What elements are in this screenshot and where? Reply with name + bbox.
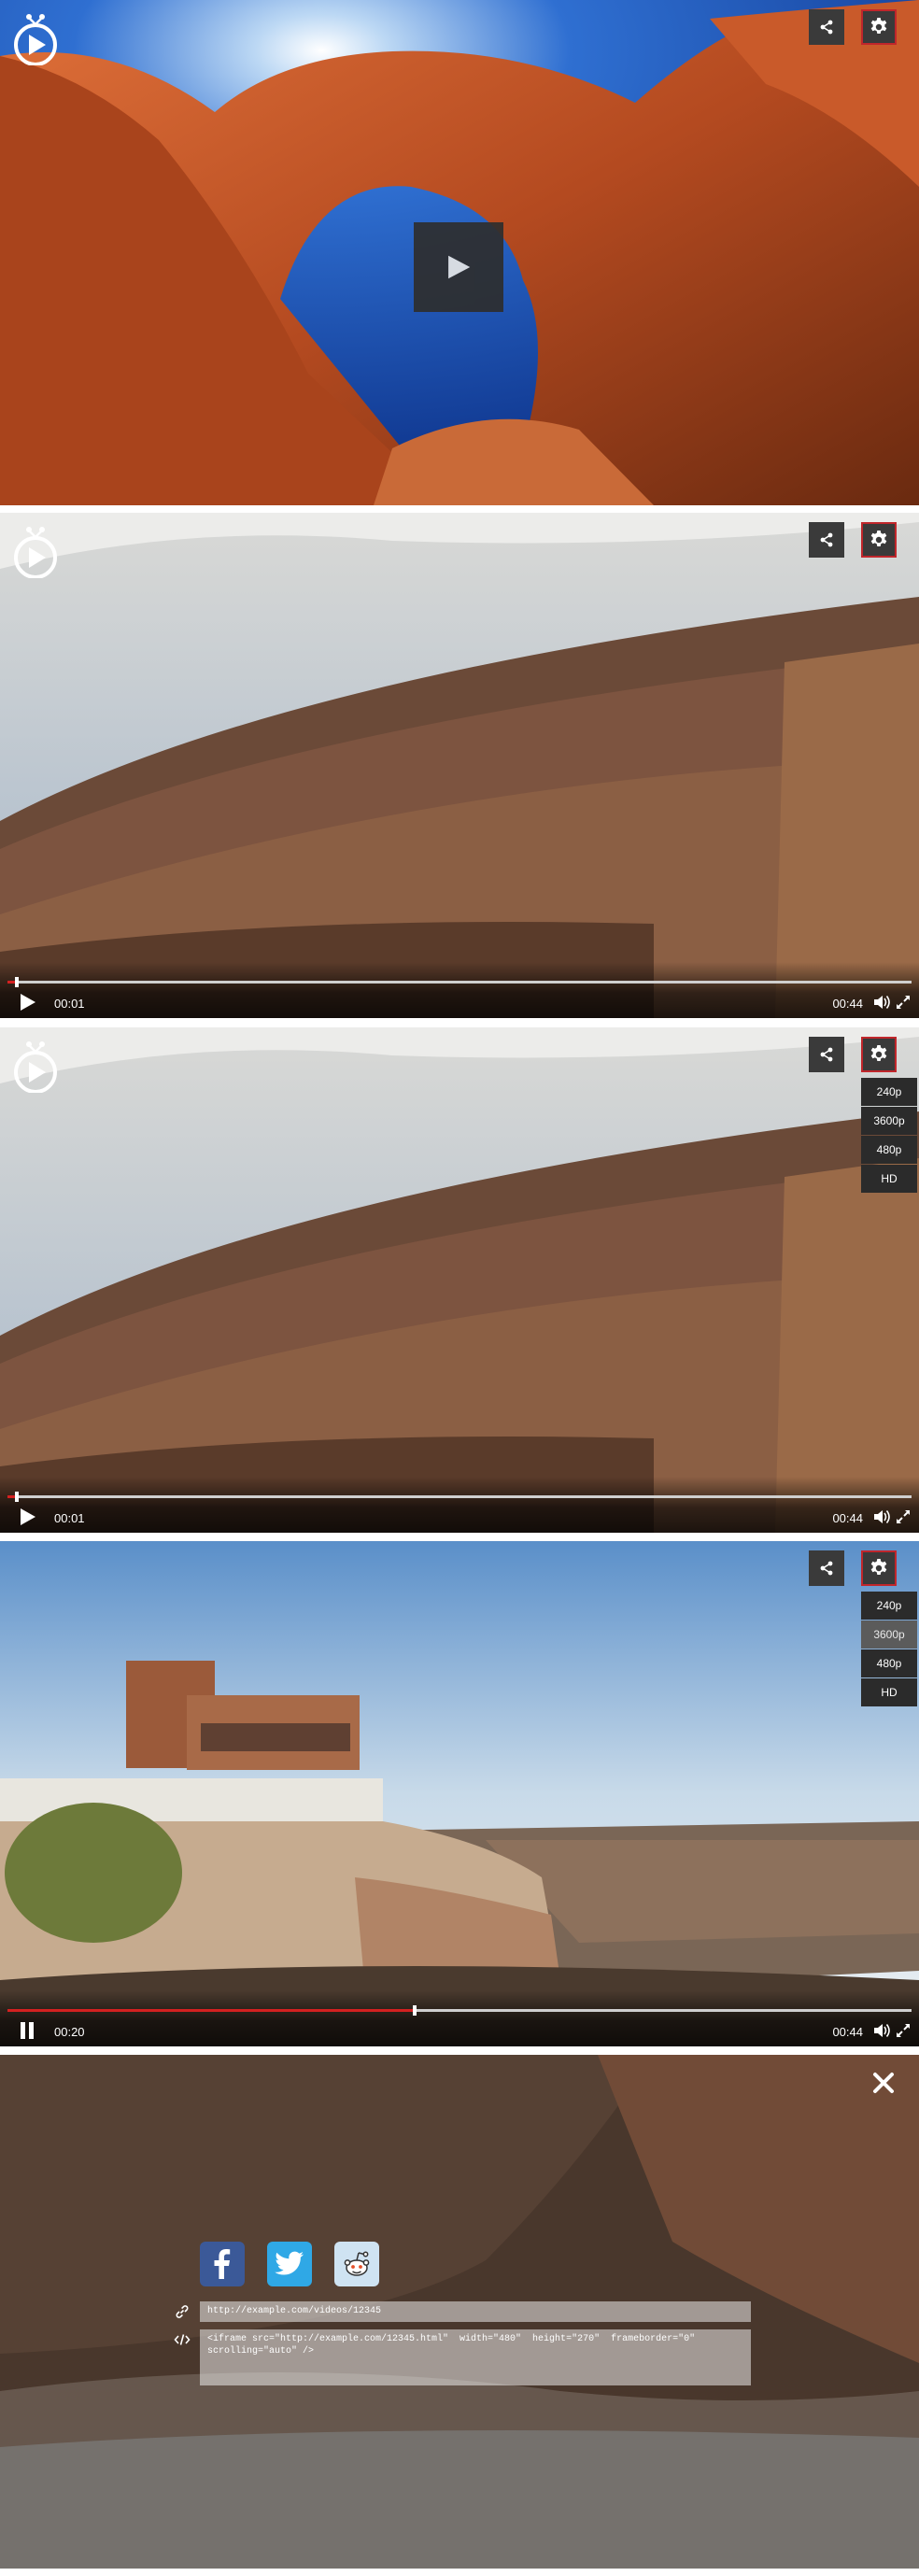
video-frame-canyon-overlook: [0, 513, 919, 1018]
player-logo-icon: [13, 522, 58, 578]
quality-option-hd[interactable]: HD: [861, 1678, 917, 1706]
progress-handle[interactable]: [412, 2005, 417, 2016]
embed-code-icon: [174, 2334, 191, 2345]
fullscreen-icon[interactable]: [895, 2022, 912, 2039]
volume-icon[interactable]: [872, 2022, 891, 2039]
current-time: 00:20: [54, 2025, 85, 2039]
share-url-field[interactable]: http://example.com/videos/12345: [200, 2301, 751, 2322]
facebook-icon: [214, 2249, 231, 2279]
fullscreen-icon[interactable]: [895, 994, 912, 1011]
current-time: 00:01: [54, 997, 85, 1011]
progress-bar[interactable]: [7, 1492, 912, 1502]
gear-icon: [868, 529, 890, 551]
gear-icon: [868, 1043, 890, 1066]
quality-option-3600p[interactable]: 3600p: [861, 1621, 917, 1649]
reddit-icon: [344, 2251, 370, 2276]
video-player-playing[interactable]: 240p 3600p 480p HD 00:20 00:44: [0, 1541, 919, 2046]
volume-icon[interactable]: [872, 994, 891, 1011]
share-button[interactable]: [809, 1550, 844, 1586]
close-icon[interactable]: [869, 2068, 898, 2098]
share-button[interactable]: [809, 522, 844, 558]
settings-button[interactable]: [861, 1037, 897, 1072]
quality-option-hd[interactable]: HD: [861, 1165, 917, 1193]
player-logo-icon: [13, 9, 58, 65]
link-icon: [176, 2305, 189, 2318]
video-player-thumbnail[interactable]: [0, 0, 919, 505]
video-frame-canyon-overlook: [0, 1027, 919, 1533]
play-button[interactable]: [17, 1507, 37, 1527]
control-bar: 00:20 00:44: [0, 1990, 919, 2046]
facebook-share-button[interactable]: [200, 2242, 245, 2286]
share-button[interactable]: [809, 9, 844, 45]
fullscreen-icon[interactable]: [895, 1508, 912, 1525]
quality-menu: 240p 3600p 480p HD: [861, 1078, 917, 1194]
progress-handle[interactable]: [14, 977, 19, 987]
player-logo-icon: [13, 1037, 58, 1093]
settings-button[interactable]: [861, 9, 897, 45]
play-icon: [448, 255, 471, 279]
control-bar: 00:01 00:44: [0, 1477, 919, 1533]
duration: 00:44: [832, 1511, 863, 1525]
big-play-button[interactable]: [414, 222, 503, 312]
video-player-start[interactable]: 00:01 00:44: [0, 513, 919, 1018]
quality-option-240p[interactable]: 240p: [861, 1592, 917, 1620]
embed-code-field[interactable]: <iframe src="http://example.com/12345.ht…: [200, 2329, 751, 2385]
twitter-share-button[interactable]: [267, 2242, 312, 2286]
reddit-share-button[interactable]: [334, 2242, 379, 2286]
share-icon: [817, 531, 836, 549]
gear-icon: [868, 1557, 890, 1579]
share-button[interactable]: [809, 1037, 844, 1072]
quality-option-480p[interactable]: 480p: [861, 1649, 917, 1677]
gear-icon: [868, 16, 890, 38]
settings-button[interactable]: [861, 522, 897, 558]
control-bar: 00:01 00:44: [0, 962, 919, 1018]
quality-option-480p[interactable]: 480p: [861, 1136, 917, 1164]
progress-fill: [7, 2009, 415, 2012]
progress-bar[interactable]: [7, 977, 912, 987]
progress-handle[interactable]: [14, 1492, 19, 1502]
video-player-quality-menu[interactable]: 240p 3600p 480p HD 00:01 00:44: [0, 1027, 919, 1533]
share-icon: [817, 1559, 836, 1578]
settings-button[interactable]: [861, 1550, 897, 1586]
duration: 00:44: [832, 997, 863, 1011]
pause-button[interactable]: [17, 2020, 37, 2041]
quality-menu: 240p 3600p 480p HD: [861, 1592, 917, 1707]
volume-icon[interactable]: [872, 1508, 891, 1525]
play-button[interactable]: [17, 992, 37, 1012]
quality-option-240p[interactable]: 240p: [861, 1078, 917, 1106]
share-icon: [817, 18, 836, 36]
quality-option-3600p[interactable]: 3600p: [861, 1107, 917, 1135]
share-icon: [817, 1045, 836, 1064]
video-player-share-overlay[interactable]: http://example.com/videos/12345 <iframe …: [0, 2055, 919, 2569]
current-time: 00:01: [54, 1511, 85, 1525]
progress-bar[interactable]: [7, 2005, 912, 2016]
video-frame-skywalk-building: [0, 1541, 919, 2046]
duration: 00:44: [832, 2025, 863, 2039]
twitter-icon: [275, 2251, 304, 2275]
